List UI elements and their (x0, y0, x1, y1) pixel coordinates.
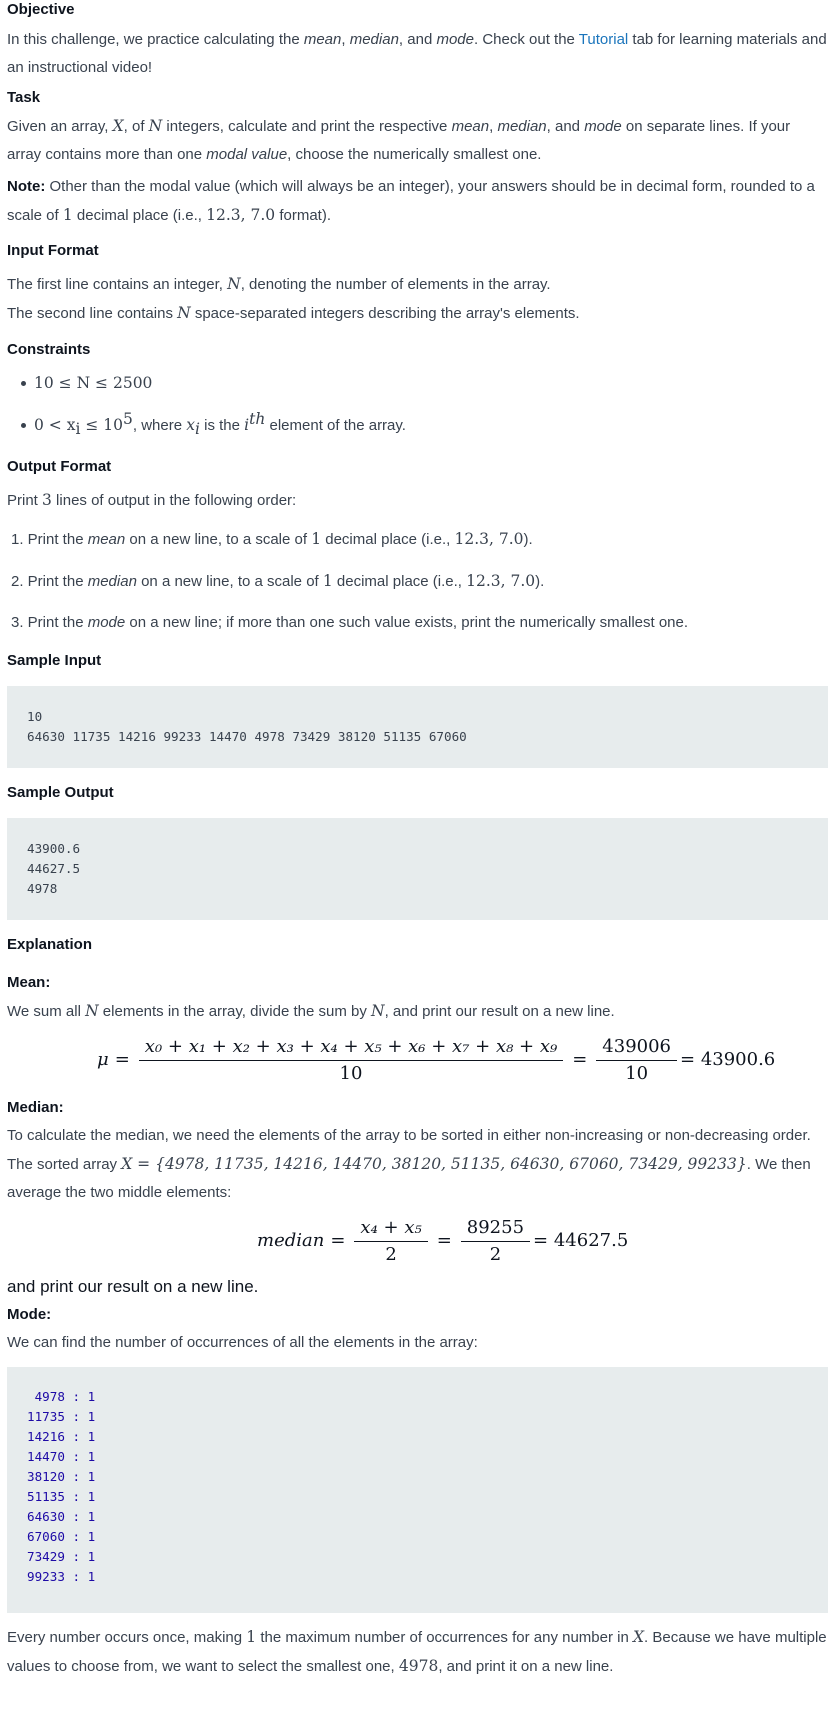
mode-heading: Mode: (7, 1306, 52, 1323)
explanation-heading: Explanation (7, 936, 93, 953)
median-sum-fraction: 89255 2 (460, 1216, 531, 1267)
mean-sum-fraction: 439006 10 (596, 1035, 678, 1086)
output-item: 2. Print the median on a new line, to a … (11, 572, 545, 590)
input-format-line1: The first line contains an integer, N, d… (7, 275, 551, 293)
constraint-item: 10 ≤ N ≤ 2500 (15, 369, 828, 411)
output-format-list: 1. Print the mean on a new line, to a sc… (7, 525, 828, 651)
output-item: 1. Print the mean on a new line, to a sc… (11, 530, 533, 548)
sample-output-code: 43900.6 44627.5 4978 (7, 818, 828, 920)
mode-occurrences-code: 4978 : 1 11735 : 1 14216 : 1 14470 : 1 3… (7, 1367, 828, 1613)
mode-text: We can find the number of occurrences of… (7, 1334, 478, 1351)
median-heading: Median: (7, 1099, 64, 1116)
mean-fraction: x₀ + x₁ + x₂ + x₃ + x₄ + x₅ + x₆ + x₇ + … (138, 1035, 564, 1086)
objective-text: In this challenge, we practice calculati… (7, 31, 827, 76)
output-format-intro: Print 3 lines of output in the following… (7, 491, 297, 509)
task-text: Given an array, X, of N integers, calcul… (7, 117, 791, 163)
median-equation: median = x₄ + x₅ 2 = 89255 2 = 44627.5 (257, 1216, 629, 1267)
sample-output-heading: Sample Output (7, 784, 114, 801)
input-format-heading: Input Format (7, 242, 99, 259)
sample-input-code: 10 64630 11735 14216 99233 14470 4978 73… (7, 686, 828, 768)
mode-final-text: Every number occurs once, making 1 the m… (7, 1628, 827, 1675)
mean-text: We sum all N elements in the array, divi… (7, 1002, 615, 1020)
median-after: and print our result on a new line. (7, 1277, 259, 1296)
sample-input-heading: Sample Input (7, 652, 102, 669)
problem-statement: Objective In this challenge, we practice… (0, 0, 836, 1681)
objective-heading: Objective (7, 1, 75, 18)
constraints-heading: Constraints (7, 341, 91, 358)
output-item: 3. Print the mode on a new line; if more… (11, 614, 689, 631)
median-text: To calculate the median, we need the ele… (7, 1127, 811, 1201)
task-heading: Task (7, 89, 41, 106)
output-format-heading: Output Format (7, 458, 112, 475)
mean-equation: μ = x₀ + x₁ + x₂ + x₃ + x₄ + x₅ + x₆ + x… (97, 1035, 776, 1086)
constraint-item: 0 < xi ≤ 105, where xi is the ith elemen… (15, 411, 828, 453)
mean-heading: Mean: (7, 974, 51, 991)
task-note: Note: Other than the modal value (which … (7, 178, 815, 224)
median-fraction: x₄ + x₅ 2 (354, 1216, 428, 1267)
constraints-list: 10 ≤ N ≤ 2500 0 < xi ≤ 105, where xi is … (7, 369, 828, 453)
tutorial-link[interactable]: Tutorial (579, 31, 628, 48)
input-format-line2: The second line contains N space-separat… (7, 304, 580, 322)
